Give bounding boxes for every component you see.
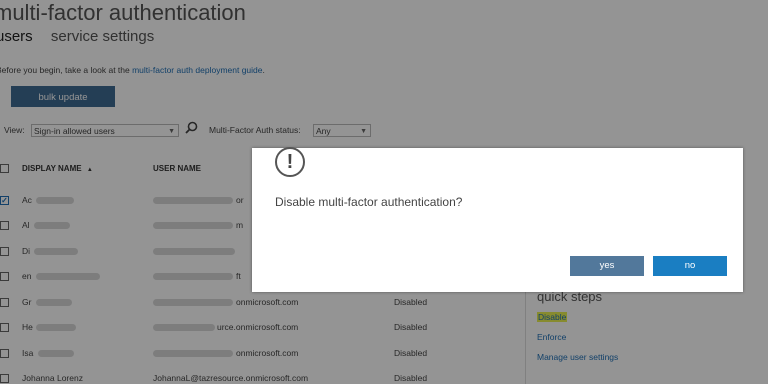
no-button[interactable]: no [653,256,727,276]
yes-button[interactable]: yes [570,256,644,276]
dialog-message: Disable multi-factor authentication? [275,195,463,209]
mfa-page: multi-factor authentication users servic… [0,0,768,384]
exclamation-icon: ! [275,147,305,177]
confirm-dialog: ! Disable multi-factor authentication? y… [252,147,743,292]
